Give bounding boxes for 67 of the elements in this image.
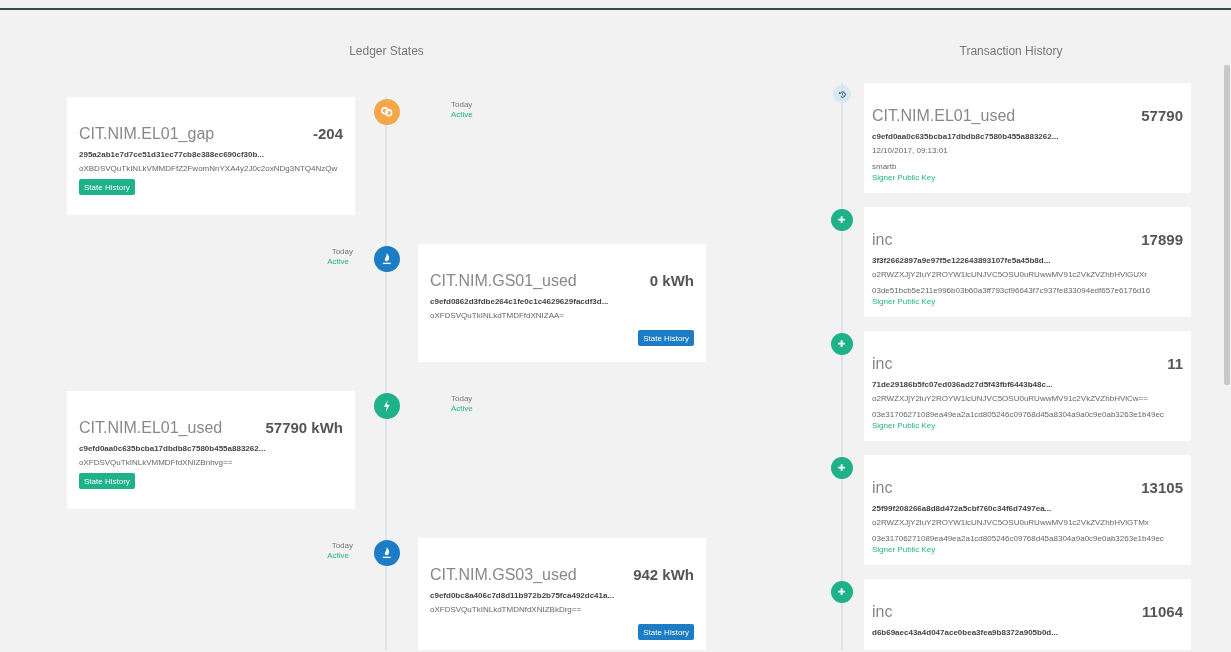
state-history-button[interactable]: State History — [79, 179, 135, 195]
transaction-value: 11064 — [1142, 603, 1183, 620]
hash-text: 25f99f208266a8d8d472a5cbf760c34f6d7497ea... — [872, 504, 1053, 513]
signer-public-key-link[interactable]: Signer Public Key — [872, 173, 1183, 182]
signer-name: smartb — [872, 162, 898, 171]
transaction-value: 17899 — [1141, 231, 1183, 248]
state-history-button[interactable]: State History — [638, 624, 694, 640]
plus-icon — [831, 457, 853, 479]
public-key-text: 03de51bcb5e211e996b03b60a3ff793cf96643f7c937fe833094edf657e6176d16 — [872, 286, 1152, 295]
address-text: oXFDSVQuTkINLkdTMDNfdXNIZBkDrg== — [430, 605, 583, 614]
address-text: oXBDSVQuTkINLkVMMDFfZ2FwomNnYXA4y2J0c2oxNDg3NTQ4NzQw — [79, 164, 339, 173]
rings-icon — [373, 99, 400, 125]
transaction-name: CIT.NIM.EL01_used — [872, 107, 1016, 125]
state-value: 57790 kWh — [265, 419, 343, 436]
transaction-value: 13105 — [1141, 479, 1183, 496]
date-label: Today — [330, 541, 353, 550]
status-label: Active — [326, 551, 349, 560]
scrollbar-thumb[interactable] — [1224, 65, 1230, 385]
history-icon — [833, 85, 851, 103]
date-label: Today — [451, 394, 474, 403]
transaction-name: inc — [872, 231, 893, 249]
address-text: oXFDSVQuTkINLkdTMDFfdXNIZAA= — [430, 311, 566, 320]
payload-text: o2RWZXJjY2luY2ROYW1lcUNJVC5OSU0uRUwwMV91c2VkZVZhbHVlGTMx — [872, 518, 1150, 527]
transaction-value: 57790 — [1141, 107, 1183, 124]
state-history-button[interactable]: State History — [79, 473, 135, 489]
public-key-text: 03e31706271089ea49ea2a1cd805246c09768d45a8304a9a0c9e0ab3263e1b49ec — [872, 410, 1165, 419]
date-label: Today — [330, 247, 353, 256]
hash-text: c9efd0aa0c635bcba17dbdb8c7580b455a883262... — [872, 132, 1060, 141]
status-label: Active — [451, 110, 474, 119]
payload-text: o2RWZXJjY2luY2ROYW1lcUNJVC5OSU0uRUwwMV91c2VkZVZhbHVlGUXr — [872, 270, 1149, 279]
hash-text: 71de29186b5fc07ed036ad27d5f43fbf6443b48c... — [872, 380, 1054, 389]
lightning-icon — [373, 393, 400, 419]
state-value: 0 kWh — [649, 272, 694, 289]
state-name: CIT.NIM.GS01_used — [430, 272, 577, 290]
state-value: -204 — [312, 125, 343, 142]
flame-icon — [373, 246, 400, 272]
hash-text: c9efd0aa0c635bcba17dbdb8c7580b455a883262... — [79, 444, 267, 453]
timestamp: 12/10/2017, 09:13:01 — [872, 146, 949, 155]
plus-icon — [831, 581, 853, 603]
public-key-text: 03e31706271089ea49ea2a1cd805246c09768d45a8304a9a0c9e0ab3263e1b49ec — [872, 534, 1165, 543]
flame-icon — [373, 540, 400, 566]
transaction-value: 11 — [1167, 355, 1183, 372]
hash-text: c9efd0bc8a406c7d8d11b972b2b75fca492dc41a... — [430, 591, 616, 600]
transaction-name: inc — [872, 479, 893, 497]
plus-icon — [831, 209, 853, 231]
signer-public-key-link[interactable]: Signer Public Key — [872, 545, 1183, 554]
section-heading: Ledger States — [348, 44, 425, 59]
hash-text: 3f3f2662897a9e97f5e122643893107fe5a45b8d... — [872, 256, 1052, 265]
hash-text: d6b69aec43a4d047ace0bea3fea9b8372a905b0d... — [872, 628, 1059, 637]
transaction-name: inc — [872, 603, 893, 621]
payload-text: o2RWZXJjY2luY2ROYW1lcUNJVC5OSU0uRUwwMV91c2VkZVZhbHVlCw== — [872, 394, 1149, 403]
signer-public-key-link[interactable]: Signer Public Key — [872, 421, 1183, 430]
state-history-button[interactable]: State History — [638, 330, 694, 346]
status-label: Active — [451, 404, 474, 413]
plus-icon — [831, 333, 853, 355]
status-label: Active — [326, 257, 349, 266]
signer-public-key-link[interactable]: Signer Public Key — [872, 297, 1183, 306]
address-text: oXFDSVQuTkINLkVMMDFfdXNIZBnhvg== — [79, 458, 234, 467]
hash-text: c9efd0862d3fdbe264c1fe0c1c4629629facdf3d... — [430, 297, 610, 306]
state-name: CIT.NIM.EL01_gap — [79, 125, 215, 143]
state-name: CIT.NIM.GS03_used — [430, 566, 577, 584]
state-value: 942 kWh — [633, 566, 694, 583]
date-label: Today — [451, 100, 474, 109]
section-heading: Transaction History — [958, 44, 1064, 59]
transaction-name: inc — [872, 355, 893, 373]
state-name: CIT.NIM.EL01_used — [79, 419, 223, 437]
hash-text: 295a2ab1e7d7ce51d31ec77cb8e388ec690cf30b... — [79, 150, 266, 159]
